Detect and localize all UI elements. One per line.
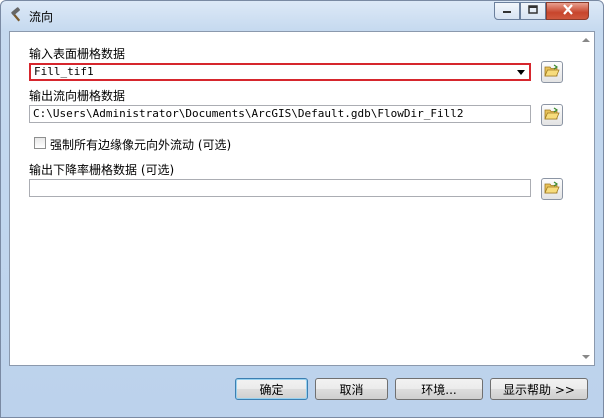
parameters-panel: 输入表面栅格数据 Fill_tif1 输出流向栅格数据 C:\Users\Adm… — [9, 31, 595, 366]
output-flow-value: C:\Users\Administrator\Documents\ArcGIS\… — [33, 107, 464, 120]
show-help-button[interactable]: 显示帮助 >> — [490, 378, 588, 400]
title-bar[interactable]: 流向 — [1, 1, 603, 29]
chevron-down-icon[interactable] — [517, 70, 525, 75]
close-icon — [562, 4, 574, 18]
maximize-button[interactable] — [520, 2, 546, 20]
force-edge-checkbox[interactable] — [34, 137, 46, 149]
output-drop-input[interactable] — [29, 179, 531, 197]
vertical-scrollbar[interactable] — [578, 32, 594, 365]
input-surface-dropdown[interactable]: Fill_tif1 — [29, 63, 531, 81]
folder-open-icon — [544, 181, 560, 198]
close-button[interactable] — [546, 2, 589, 20]
ok-button[interactable]: 确定 — [235, 378, 308, 400]
minimize-icon — [502, 4, 512, 18]
window-title: 流向 — [29, 10, 54, 24]
scroll-down-icon[interactable] — [582, 355, 590, 359]
scroll-up-icon[interactable] — [582, 38, 590, 42]
cancel-button[interactable]: 取消 — [315, 378, 388, 400]
output-flow-input[interactable]: C:\Users\Administrator\Documents\ArcGIS\… — [29, 105, 531, 123]
dialog-window: 流向 输入表面栅格数据 Fill_tif1 输出流向栅格数据 C:\Users\… — [0, 0, 604, 418]
output-drop-browse-button[interactable] — [541, 178, 563, 200]
force-edge-label[interactable]: 强制所有边缘像元向外流动 (可选) — [50, 136, 231, 153]
folder-open-icon — [544, 64, 560, 81]
input-surface-browse-button[interactable] — [541, 61, 563, 83]
minimize-button[interactable] — [494, 2, 520, 20]
output-drop-label: 输出下降率栅格数据 (可选) — [29, 163, 175, 177]
hammer-icon — [8, 7, 24, 23]
input-surface-label: 输入表面栅格数据 — [29, 47, 126, 61]
output-flow-label: 输出流向栅格数据 — [29, 89, 126, 103]
input-surface-value: Fill_tif1 — [34, 65, 94, 78]
environments-button[interactable]: 环境... — [395, 378, 483, 400]
maximize-icon — [528, 4, 538, 18]
output-flow-browse-button[interactable] — [541, 104, 563, 126]
folder-open-icon — [544, 107, 560, 124]
